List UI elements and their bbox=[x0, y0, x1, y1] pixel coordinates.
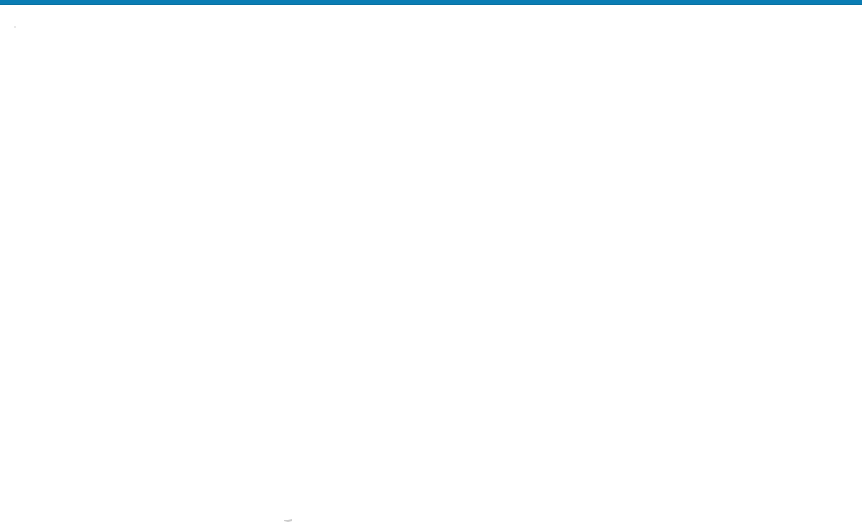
header-bar bbox=[0, 0, 862, 5]
decorative-dot bbox=[14, 26, 16, 28]
decorative-mark bbox=[284, 519, 292, 523]
